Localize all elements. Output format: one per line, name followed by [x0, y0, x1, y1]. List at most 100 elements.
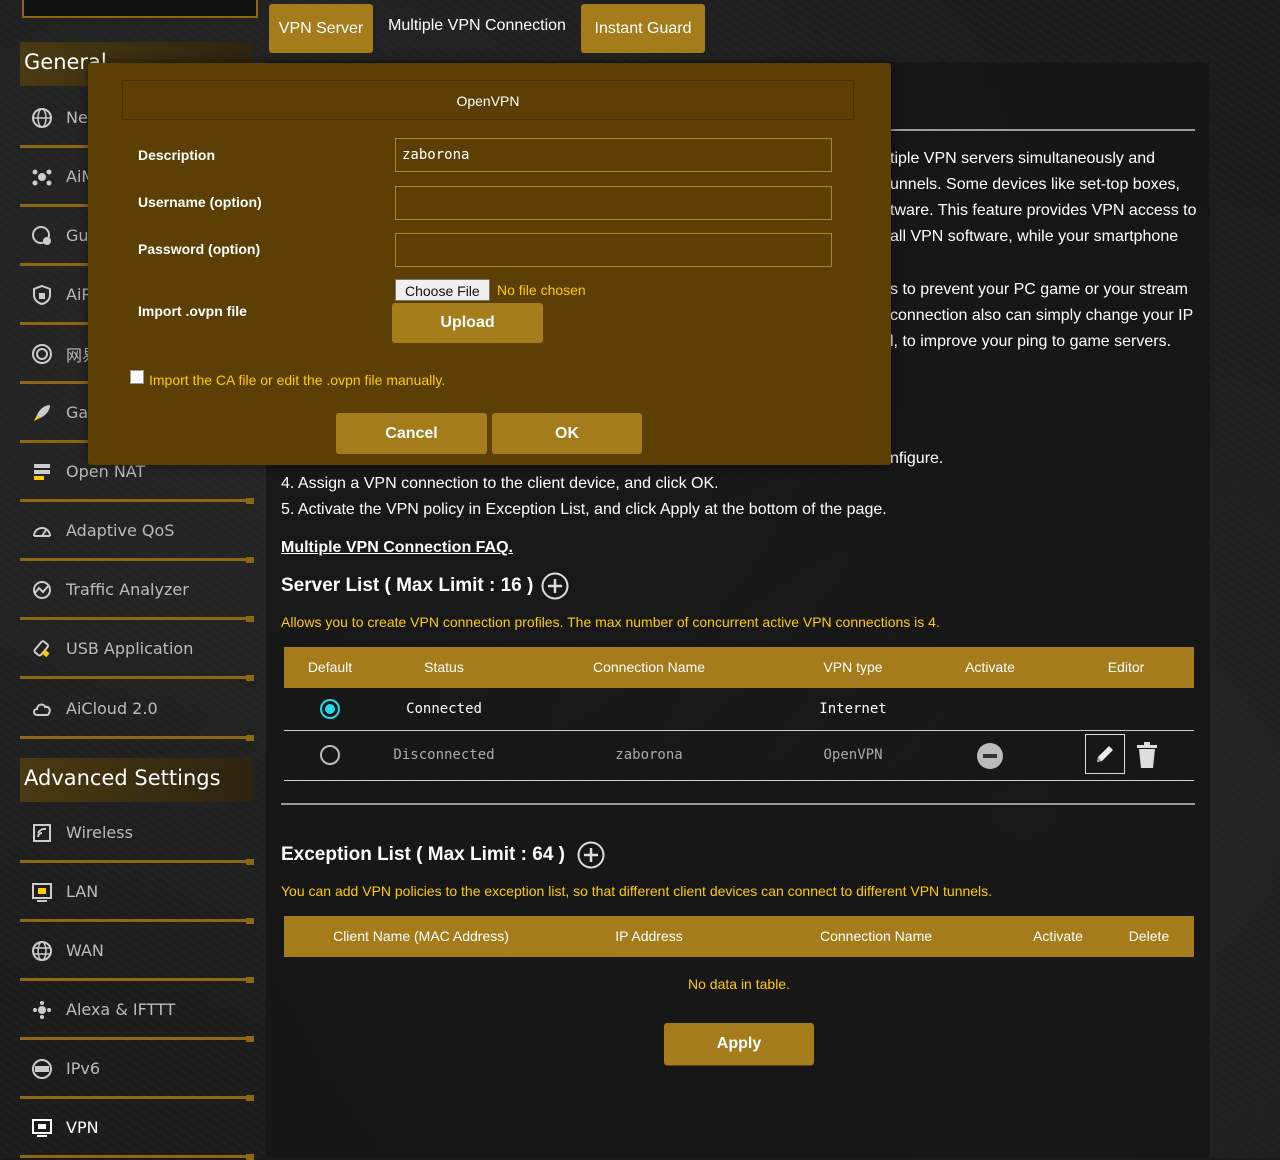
description-input[interactable]: zaborona	[395, 138, 832, 172]
open-nat-icon	[30, 460, 54, 484]
description-line: unnels. Some devices like set-top boxes,	[890, 176, 1180, 193]
server-list-title-text: Server List ( Max Limit : 16 )	[281, 575, 534, 596]
vpn-type-cell: Internet	[819, 701, 887, 717]
ok-button[interactable]: OK	[492, 413, 642, 454]
table-row: Connected Internet	[284, 688, 1194, 731]
password-input[interactable]	[395, 233, 832, 267]
sidebar-item-label: IPv6	[66, 1059, 101, 1078]
tab-vpn-server[interactable]: VPN Server	[269, 4, 373, 53]
choose-file-button[interactable]: Choose File	[395, 279, 490, 301]
sidebar-item-wan[interactable]: WAN	[20, 923, 254, 983]
status-cell: Connected	[406, 701, 482, 717]
column-header: Activate	[965, 659, 1015, 675]
globe-icon	[30, 106, 54, 130]
tab-multiple-vpn-connection[interactable]: Multiple VPN Connection	[377, 4, 577, 53]
sidebar-item-label: Gu	[66, 226, 89, 245]
sidebar-item-label: LAN	[66, 882, 99, 901]
upload-button[interactable]: Upload	[392, 303, 543, 343]
ipv6-icon	[30, 1057, 54, 1081]
default-radio[interactable]	[320, 745, 340, 765]
target-icon	[30, 342, 54, 366]
description-line: all VPN software, while your smartphone	[890, 228, 1179, 245]
exception-list-title-text: Exception List ( Max Limit : 64 )	[281, 844, 565, 865]
step-5-text: 5. Activate the VPN policy in Exception …	[281, 501, 887, 518]
sidebar-item-vpn[interactable]: VPN	[20, 1100, 254, 1160]
step-4-text: 4. Assign a VPN connection to the client…	[281, 475, 719, 492]
description-line: l, to improve your ping to game servers.	[890, 333, 1172, 350]
sidebar-advanced-header: Advanced Settings	[20, 758, 252, 802]
sidebar-item-label: USB Application	[66, 639, 194, 658]
column-header: Connection Name	[592, 659, 706, 675]
tab-instant-guard[interactable]: Instant Guard	[581, 4, 705, 53]
no-file-chosen-text: No file chosen	[497, 282, 586, 298]
column-header: Activate	[1033, 928, 1083, 944]
mesh-icon	[30, 165, 54, 189]
exception-list-title: Exception List ( Max Limit : 64 )	[281, 841, 605, 869]
wan-icon	[30, 939, 54, 963]
sidebar-item-label: Ne	[66, 108, 88, 127]
sidebar-item-label: Wireless	[66, 823, 133, 842]
sidebar-item-traffic-analyzer[interactable]: Traffic Analyzer	[20, 562, 254, 622]
cancel-button[interactable]: Cancel	[336, 413, 487, 454]
sidebar-item-label: Traffic Analyzer	[66, 580, 189, 599]
sidebar-item-label: Adaptive QoS	[66, 521, 175, 540]
vpn-type-cell: OpenVPN	[823, 747, 883, 763]
manual-import-checkbox[interactable]	[130, 370, 144, 384]
apply-button[interactable]: Apply	[664, 1023, 814, 1065]
sidebar-item-label: VPN	[66, 1118, 99, 1137]
column-header: Connection Name	[819, 928, 933, 944]
sidebar-item-usb-application[interactable]: USB Application	[20, 621, 254, 681]
dialog-title: OpenVPN	[122, 80, 854, 120]
sidebar-item-wireless[interactable]: Wireless	[20, 805, 254, 865]
gauge-icon	[30, 519, 54, 543]
sidebar-item-label: Alexa & IFTTT	[66, 1000, 176, 1019]
add-server-icon[interactable]	[541, 572, 569, 600]
alexa-icon	[30, 998, 54, 1022]
lan-icon	[30, 880, 54, 904]
wireless-icon	[30, 821, 54, 845]
sidebar-item-label: Ga	[66, 403, 89, 422]
column-header: Status	[424, 659, 464, 675]
empty-table-message: No data in table.	[688, 976, 790, 992]
exception-table-header: Client Name (MAC Address) IP Address Con…	[284, 916, 1194, 957]
openvpn-dialog: OpenVPN Description zaborona Username (o…	[88, 63, 891, 465]
sidebar-item-alexa-ifttt[interactable]: Alexa & IFTTT	[20, 982, 254, 1042]
edit-icon[interactable]	[1085, 734, 1125, 774]
description-label: Description	[138, 147, 216, 163]
column-header: Default	[307, 659, 353, 675]
description-line: s to prevent your PC game or your stream	[890, 281, 1188, 298]
server-list-note: Allows you to create VPN connection prof…	[281, 614, 940, 630]
add-exception-icon[interactable]	[577, 841, 605, 869]
exception-list-note: You can add VPN policies to the exceptio…	[281, 883, 993, 899]
description-line: tware. This feature provides VPN access …	[890, 202, 1197, 219]
sidebar-item-ipv6[interactable]: IPv6	[20, 1041, 254, 1101]
guest-network-icon	[30, 224, 54, 248]
server-list-title: Server List ( Max Limit : 16 )	[281, 572, 569, 600]
logo-area	[22, 0, 258, 18]
import-ovpn-label: Import .ovpn file	[138, 303, 247, 319]
column-header: Editor	[1107, 659, 1145, 675]
step-3-text: nfigure.	[890, 450, 944, 467]
username-input[interactable]	[395, 186, 832, 220]
divider-middle	[281, 803, 1195, 805]
activate-toggle-icon[interactable]	[976, 742, 1004, 774]
sidebar-item-lan[interactable]: LAN	[20, 864, 254, 924]
rocket-icon	[30, 401, 54, 425]
shield-icon	[30, 283, 54, 307]
column-header: VPN type	[823, 659, 883, 675]
sidebar-item-label: WAN	[66, 941, 104, 960]
column-header: Client Name (MAC Address)	[333, 928, 509, 944]
sidebar-item-adaptive-qos[interactable]: Adaptive QoS	[20, 503, 254, 563]
delete-icon[interactable]	[1135, 741, 1159, 773]
sidebar-item-aicloud[interactable]: AiCloud 2.0	[20, 681, 254, 741]
connection-name-cell: zaborona	[615, 747, 683, 763]
status-cell: Disconnected	[393, 747, 495, 763]
server-table-header: Default Status Connection Name VPN type …	[284, 647, 1194, 688]
sidebar-item-label: AiCloud 2.0	[66, 699, 158, 718]
manual-import-label[interactable]: Import the CA file or edit the .ovpn fil…	[149, 372, 445, 388]
usb-icon	[30, 637, 54, 661]
default-radio[interactable]	[320, 699, 340, 719]
traffic-icon	[30, 578, 54, 602]
faq-link[interactable]: Multiple VPN Connection FAQ.	[281, 539, 513, 557]
password-label: Password (option)	[138, 241, 261, 257]
